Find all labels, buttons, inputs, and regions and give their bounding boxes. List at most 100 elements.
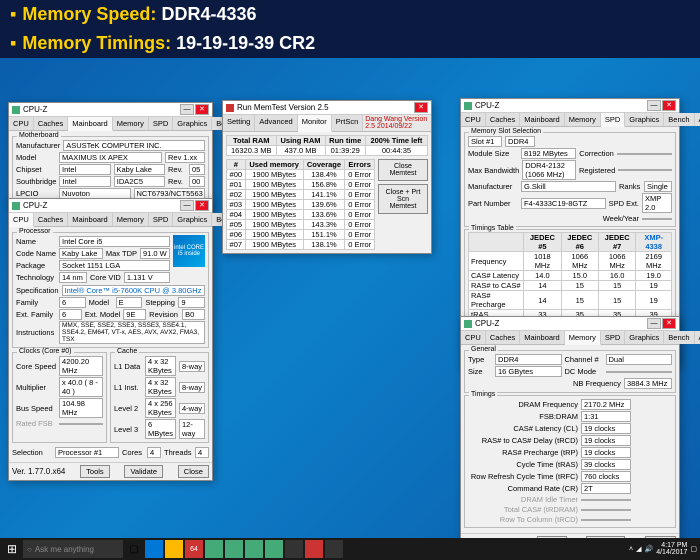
close-button[interactable]: ✕ — [195, 104, 209, 115]
intel-logo: intel CORE i5 inside — [173, 235, 205, 267]
tab-spd[interactable]: SPD — [149, 213, 173, 226]
tab-mainboard[interactable]: Mainboard — [68, 213, 112, 226]
cpuz-task-icon[interactable] — [245, 540, 263, 558]
cpuz-task-icon[interactable] — [205, 540, 223, 558]
tab-setting[interactable]: Setting — [223, 115, 255, 131]
cpuz-task-icon[interactable] — [225, 540, 243, 558]
search-box[interactable]: ○ Ask me anything — [23, 540, 123, 558]
tab-mainboard[interactable]: Mainboard — [520, 331, 564, 344]
general-group: General TypeDDR4Channel #Dual Size16 GBy… — [464, 350, 676, 393]
system-tray[interactable]: ˄ ◢ 🔊 4:17 PM 4/14/2017 ▢ — [629, 542, 697, 556]
minimize-button[interactable]: — — [180, 104, 194, 115]
tab-about[interactable]: About — [695, 113, 700, 126]
close-button[interactable]: ✕ — [662, 318, 676, 329]
minimize-button[interactable]: — — [647, 318, 661, 329]
minimize-button[interactable]: — — [180, 200, 194, 211]
tab-about[interactable]: About — [695, 331, 700, 344]
titlebar[interactable]: CPU-Z — ✕ — [9, 103, 212, 117]
banner-line1: ▪Memory Speed: DDR4-4336 — [0, 0, 700, 29]
window-title: CPU-Z — [23, 201, 180, 210]
tab-graphics[interactable]: Graphics — [625, 113, 664, 126]
cpuz-icon — [12, 202, 20, 210]
close-button[interactable]: ✕ — [662, 100, 676, 111]
app-task-icon[interactable] — [285, 540, 303, 558]
close-button[interactable]: ✕ — [195, 200, 209, 211]
tab-graphics[interactable]: Graphics — [173, 213, 212, 226]
validate-button[interactable]: Validate — [124, 465, 163, 478]
tab-memory[interactable]: Memory — [565, 331, 601, 345]
close-button[interactable]: Close — [178, 465, 209, 478]
memtest-table: #Used memoryCoverageErrors#001900 MBytes… — [226, 159, 375, 250]
tab-monitor[interactable]: Monitor — [298, 115, 332, 132]
cpu-name: Intel Core i5 — [59, 236, 170, 247]
titlebar[interactable]: CPU-Z —✕ — [9, 199, 212, 213]
titlebar[interactable]: CPU-Z —✕ — [461, 99, 679, 113]
notification-icon[interactable]: ▢ — [690, 545, 697, 553]
tab-memory[interactable]: Memory — [565, 113, 601, 126]
tab-memory[interactable]: Memory — [113, 117, 149, 130]
tab-cpu[interactable]: CPU — [9, 117, 34, 130]
start-button[interactable]: ⊞ — [3, 540, 21, 558]
tab-graphics[interactable]: Graphics — [173, 117, 212, 130]
taskbar: ⊞ ○ Ask me anything ▢ 64 ˄ ◢ 🔊 4:17 PM 4… — [0, 538, 700, 560]
tab-advanced[interactable]: Advanced — [255, 115, 297, 131]
tab-prtscn[interactable]: PrtScn — [332, 115, 364, 131]
close-memtest-button[interactable]: Close Memtest — [378, 159, 428, 181]
cpuz-icon — [464, 102, 472, 110]
memtest-window: Run MemTest Version 2.5 ✕ Setting Advanc… — [222, 100, 432, 254]
close-prtscn-button[interactable]: Close + Prt Scn Memtest — [378, 184, 428, 214]
mb-model: MAXIMUS IX APEX — [59, 152, 162, 163]
task-view-icon[interactable]: ▢ — [125, 540, 143, 558]
tab-memory[interactable]: Memory — [113, 213, 149, 226]
cpuz-cpu-window: CPU-Z —✕ CPU Caches Mainboard Memory SPD… — [8, 198, 213, 481]
timings-group: Timings DRAM Frequency2170.2 MHzFSB:DRAM… — [464, 395, 676, 528]
tab-caches[interactable]: Caches — [34, 213, 68, 226]
tab-caches[interactable]: Caches — [486, 113, 520, 126]
tab-spd[interactable]: SPD — [601, 331, 625, 344]
tab-caches[interactable]: Caches — [486, 331, 520, 344]
tools-button[interactable]: Tools — [80, 465, 110, 478]
tab-graphics[interactable]: Graphics — [625, 331, 664, 344]
window-title: CPU-Z — [23, 105, 180, 114]
tab-caches[interactable]: Caches — [34, 117, 68, 130]
tab-bench[interactable]: Bench — [664, 113, 694, 126]
tab-cpu[interactable]: CPU — [461, 113, 486, 126]
mb-manufacturer: ASUSTeK COMPUTER INC. — [63, 140, 205, 151]
tab-spd[interactable]: SPD — [601, 113, 625, 127]
tab-mainboard[interactable]: Mainboard — [520, 113, 564, 126]
cpu-spec: Intel® Core™ i5-7600K CPU @ 3.80GHz — [62, 285, 205, 296]
cpuz-mainboard-window: CPU-Z — ✕ CPU Caches Mainboard Memory SP… — [8, 102, 213, 209]
cpuz-task-icon[interactable] — [265, 540, 283, 558]
slot-select[interactable]: Slot #1 — [468, 136, 502, 147]
minimize-button[interactable]: — — [647, 100, 661, 111]
motherboard-group: Motherboard ManufacturerASUSTeK COMPUTER… — [12, 136, 209, 203]
banner-line2: ▪Memory Timings: 19-19-19-39 CR2 — [0, 29, 700, 58]
app-icon[interactable]: 64 — [185, 540, 203, 558]
summary-table: Total RAMUsing RAMRun time200% Time left… — [226, 135, 428, 156]
tab-cpu[interactable]: CPU — [9, 213, 34, 227]
tabs: CPU Caches Mainboard Memory SPD Graphics… — [9, 117, 212, 131]
chevron-up-icon[interactable]: ˄ — [629, 546, 633, 553]
tab-bench[interactable]: Bench — [664, 331, 694, 344]
tab-spd[interactable]: SPD — [149, 117, 173, 130]
window-title: Run MemTest Version 2.5 — [237, 103, 414, 112]
window-title: CPU-Z — [475, 101, 647, 110]
app-task-icon[interactable] — [325, 540, 343, 558]
close-button[interactable]: ✕ — [414, 102, 428, 113]
clock[interactable]: 4:17 PM 4/14/2017 — [656, 542, 687, 556]
version-red: Dang Wang Version 2.5 2014/09/22 — [363, 115, 431, 131]
explorer-icon[interactable] — [165, 540, 183, 558]
tab-mainboard[interactable]: Mainboard — [68, 117, 112, 131]
memtest-task-icon[interactable] — [305, 540, 323, 558]
processor-select[interactable]: Processor #1 — [55, 447, 119, 458]
edge-icon[interactable] — [145, 540, 163, 558]
volume-icon[interactable]: 🔊 — [645, 545, 654, 553]
titlebar[interactable]: Run MemTest Version 2.5 ✕ — [223, 101, 431, 115]
cache-group: Cache L1 Data4 x 32 KBytes8-way L1 Inst.… — [110, 352, 209, 443]
cpuz-icon — [464, 320, 472, 328]
tab-cpu[interactable]: CPU — [461, 331, 486, 344]
network-icon[interactable]: ◢ — [636, 545, 641, 553]
titlebar[interactable]: CPU-Z —✕ — [461, 317, 679, 331]
cpuz-memory-window: CPU-Z —✕ CPU Caches Mainboard Memory SPD… — [460, 316, 680, 552]
cpuz-icon — [12, 106, 20, 114]
